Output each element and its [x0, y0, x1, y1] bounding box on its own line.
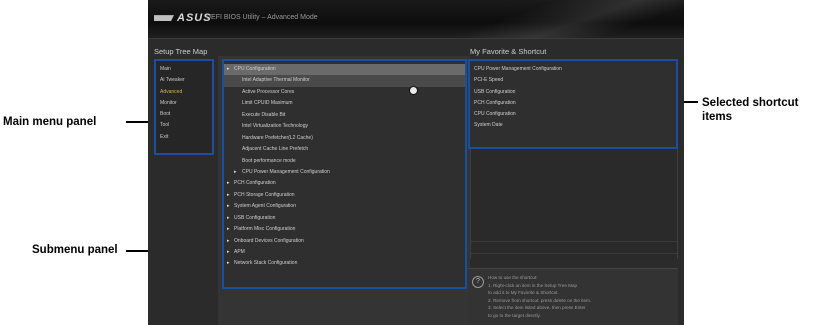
submenu-item-label: Intel Adaptive Thermal Monitor — [242, 77, 310, 84]
logo-mark-icon — [154, 15, 174, 22]
main-menu-item-monitor[interactable]: Monitor — [160, 98, 208, 109]
submenu-item-label: Network Stack Configuration — [234, 260, 298, 267]
submenu-panel: ▸ CPU Configuration Intel Adaptive Thermal… — [222, 59, 467, 289]
submenu-item[interactable]: Adjacent Cache Line Prefetch — [224, 144, 465, 155]
main-menu-item-advanced[interactable]: Advanced — [160, 87, 208, 98]
question-circle-icon: ? — [472, 276, 484, 288]
submenu-item[interactable]: ▸ CPU Configuration — [224, 64, 465, 76]
submenu-item-label: Limit CPUID Maximum — [242, 100, 293, 107]
title-bar: ASUS UEFI BIOS Utility – Advanced Mode — [148, 0, 684, 39]
triangle-right-icon: ▸ — [227, 237, 230, 244]
submenu-item-label: APM — [234, 249, 245, 255]
help-text-line: to add it to My Favorite & Shortcut. — [488, 290, 559, 296]
help-text-line: to go to the target directly. — [488, 313, 541, 318]
shortcut-empty-area — [470, 149, 678, 259]
shortcut-item[interactable]: PCI-E Speed — [474, 75, 672, 86]
submenu-item[interactable]: Boot performance mode — [224, 156, 465, 167]
main-menu-item-exit[interactable]: Exit — [160, 132, 208, 143]
callout-shortcut-label: Selected shortcut items — [702, 96, 799, 124]
submenu-item[interactable]: ▸ Network Stack Configuration — [224, 258, 465, 269]
submenu-item[interactable]: Intel Adaptive Thermal Monitor — [224, 75, 465, 87]
shortcut-item[interactable]: CPU Power Management Configuration — [474, 64, 672, 75]
submenu-item-label: Execute Disable Bit — [242, 111, 286, 118]
submenu-item[interactable]: Limit CPUID Maximum — [224, 98, 465, 109]
help-panel: ? How to use the shortcut: 1. Right-click… — [468, 268, 678, 325]
submenu-item[interactable]: ▸ PCH Storage Configuration — [224, 190, 465, 201]
asus-logo: ASUS — [154, 12, 212, 24]
submenu-item[interactable]: Active Processor Cores — [224, 87, 465, 98]
main-menu-item-tool[interactable]: Tool — [160, 120, 208, 131]
shortcut-item[interactable]: PCH Configuration — [474, 98, 672, 109]
submenu-item[interactable]: ▸ Platform Misc Configuration — [224, 224, 465, 235]
triangle-right-icon: ▸ — [234, 168, 237, 175]
submenu-item-label: PCH Storage Configuration — [234, 191, 295, 198]
shortcut-item[interactable]: System Date — [474, 120, 672, 131]
submenu-item-label: Adjacent Cache Line Prefetch — [242, 146, 309, 153]
triangle-right-icon: ▸ — [227, 203, 230, 210]
callout-submenu-label: Submenu panel — [32, 244, 118, 256]
submenu-item-label: Platform Misc Configuration — [234, 226, 296, 233]
callout-shortcut-line2: items — [702, 111, 733, 123]
main-menu-item-ai-tweaker[interactable]: Ai Tweaker — [160, 75, 208, 86]
submenu-item[interactable]: ▸ System Agent Configuration — [224, 201, 465, 212]
divider — [471, 241, 677, 242]
submenu-item-label: Hardware Prefetcher(L2 Cache) — [242, 134, 313, 141]
main-menu-panel: Main Ai Tweaker Advanced Monitor Boot Tool Exi… — [154, 59, 214, 155]
triangle-right-icon: ▸ — [227, 249, 230, 255]
submenu-item[interactable]: Intel Virtualization Technology — [224, 121, 465, 132]
triangle-right-icon: ▸ — [227, 191, 230, 198]
help-text-line: How to use the shortcut: — [488, 275, 538, 280]
help-text-line: 3. Select the item listed above, then pr… — [488, 305, 586, 311]
shortcut-panel: CPU Power Management Configuration PCI-E … — [468, 59, 678, 149]
help-text-line: 2. Remove from shortcut: press delete on… — [488, 297, 592, 303]
window-title: UEFI BIOS Utility – Advanced Mode — [206, 14, 318, 21]
triangle-right-icon: ▸ — [227, 66, 230, 72]
submenu-item-label: USB Configuration — [234, 214, 276, 221]
submenu-item[interactable]: ▸ CPU Power Management Configuration — [224, 167, 465, 178]
submenu-item-label: CPU Power Management Configuration — [242, 168, 330, 175]
submenu-item-label: System Agent Configuration — [234, 203, 296, 210]
submenu-item[interactable]: Hardware Prefetcher(L2 Cache) — [224, 133, 465, 144]
bios-screen: ASUS UEFI BIOS Utility – Advanced Mode S… — [148, 0, 684, 325]
triangle-right-icon: ▸ — [227, 180, 230, 187]
submenu-item-label: Active Processor Cores — [242, 88, 295, 95]
submenu-item[interactable]: ▸ USB Configuration — [224, 213, 465, 224]
triangle-right-icon: ▸ — [227, 226, 230, 233]
submenu-item[interactable]: ▸ Onboard Devices Configuration — [224, 236, 465, 247]
shortcut-item[interactable]: USB Configuration — [474, 87, 672, 98]
callout-shortcut-line1: Selected shortcut — [702, 97, 799, 109]
main-menu-item-main[interactable]: Main — [160, 64, 208, 75]
submenu-item[interactable]: ▸ APM — [224, 247, 465, 258]
help-text-line: 1. Right-click an item in the Setup Tree… — [488, 282, 578, 288]
shortcut-item[interactable]: CPU Configuration — [474, 109, 672, 120]
submenu-item-label: Intel Virtualization Technology — [242, 123, 308, 130]
submenu-item-label: PCH Configuration — [234, 180, 276, 187]
triangle-right-icon: ▸ — [227, 214, 230, 221]
submenu-item[interactable]: Execute Disable Bit — [224, 110, 465, 121]
submenu-item-label: Onboard Devices Configuration — [234, 237, 304, 244]
submenu-item-label: CPU Configuration — [234, 66, 276, 72]
divider — [471, 253, 677, 254]
submenu-item-label: Boot performance mode — [242, 157, 296, 164]
mouse-cursor-icon — [409, 86, 418, 95]
setup-tree-title: Setup Tree Map — [154, 47, 208, 56]
favorites-title: My Favorite & Shortcut — [470, 47, 547, 56]
triangle-right-icon: ▸ — [227, 260, 230, 267]
callout-main-menu-label: Main menu panel — [3, 116, 97, 128]
main-menu-item-boot[interactable]: Boot — [160, 109, 208, 120]
title-bar-gloss — [454, 0, 684, 38]
submenu-item[interactable]: ▸ PCH Configuration — [224, 178, 465, 189]
